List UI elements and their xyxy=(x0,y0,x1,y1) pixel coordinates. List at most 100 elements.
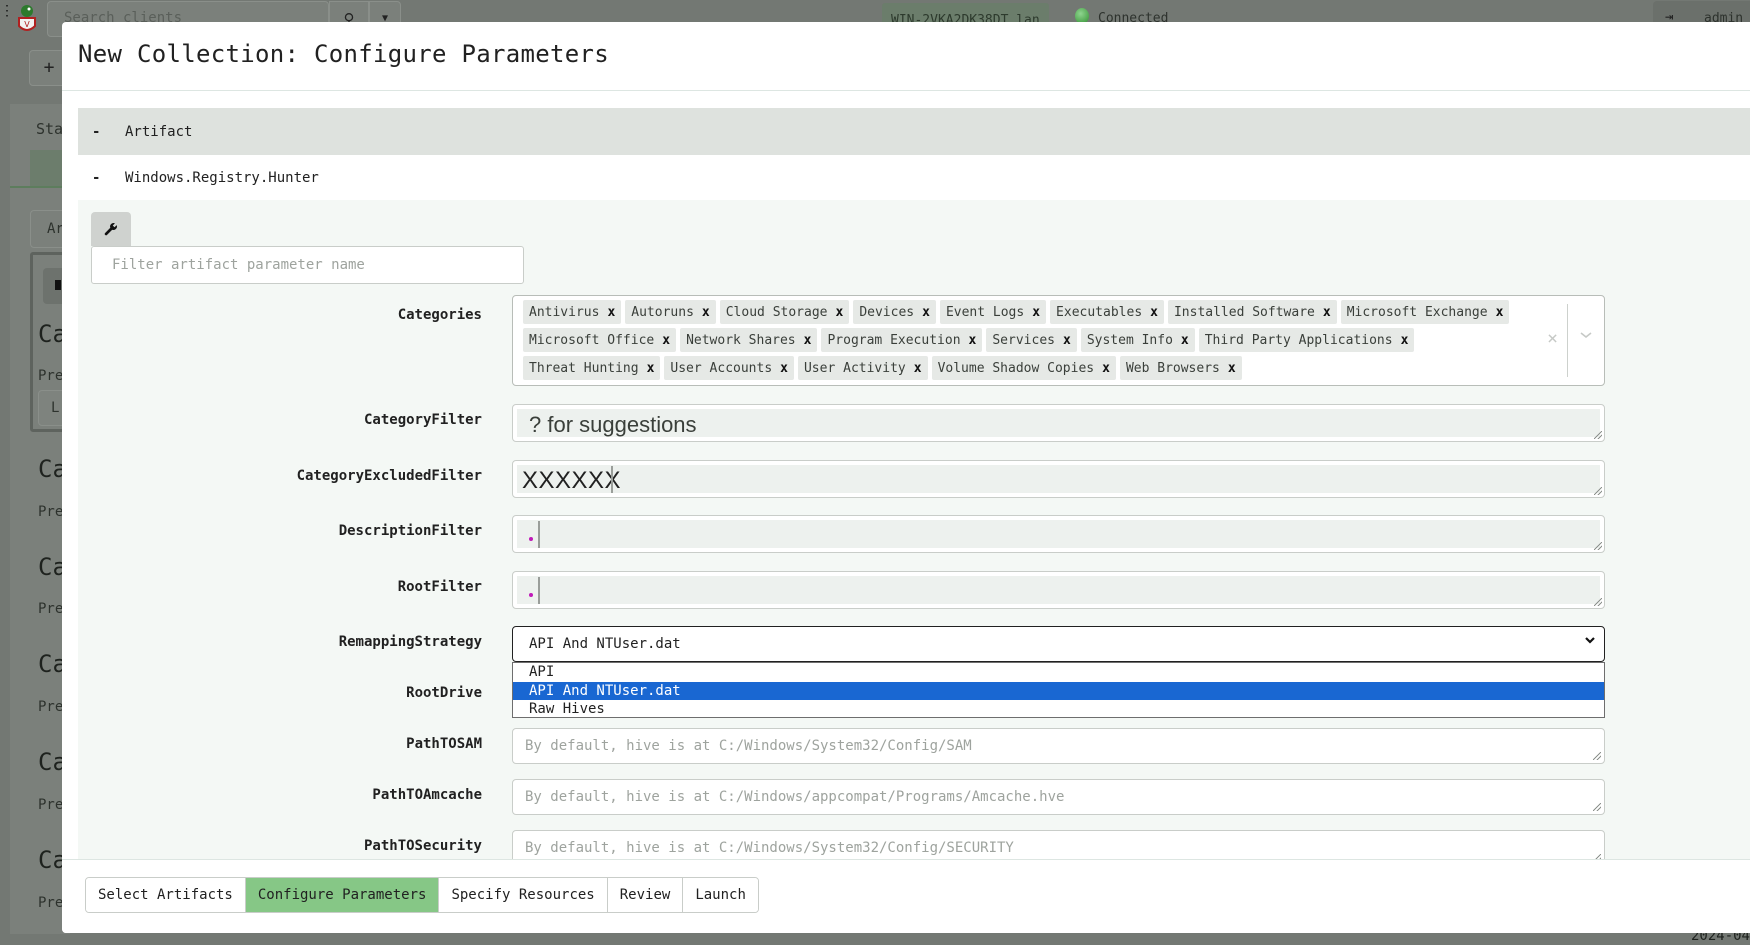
category-chip: Microsoft Exchange x xyxy=(1340,300,1510,324)
category-excluded-filter-field[interactable]: XXXXXX xyxy=(512,460,1605,498)
category-chip-label: Third Party Applications xyxy=(1204,332,1393,348)
remove-chip-icon[interactable]: x xyxy=(1094,361,1116,376)
path-to-amcache-label: PathTOAmcache xyxy=(372,787,482,803)
advanced-settings-button[interactable] xyxy=(91,212,131,246)
remove-chip-icon[interactable]: x xyxy=(1024,305,1046,320)
path-to-amcache-placeholder: By default, hive is at C:/Windows/appcom… xyxy=(525,789,1065,805)
remove-chip-icon[interactable]: x xyxy=(639,361,661,376)
root-drive-label: RootDrive xyxy=(406,685,482,701)
resize-handle-icon[interactable] xyxy=(1594,431,1602,439)
category-filter-placeholder: ? for suggestions xyxy=(529,412,697,437)
path-to-amcache-field[interactable]: By default, hive is at C:/Windows/appcom… xyxy=(512,779,1605,815)
category-chip-label: Installed Software xyxy=(1173,304,1315,320)
category-chip-label: Event Logs xyxy=(945,304,1025,320)
step-review-button[interactable]: Review xyxy=(607,878,684,912)
background-text: Pre xyxy=(38,504,64,520)
step-launch-button[interactable]: Launch xyxy=(683,878,758,912)
artifact-accordion-header[interactable]: - Artifact xyxy=(78,108,1750,155)
modal-footer: Select Artifacts Configure Parameters Spec… xyxy=(62,859,1750,933)
remapping-strategy-option[interactable]: API xyxy=(513,663,1604,682)
category-chip: Cloud Storage x xyxy=(719,300,850,324)
category-chip: Third Party Applications x xyxy=(1198,328,1415,352)
text-cursor xyxy=(538,521,540,548)
artifact-name: Windows.Registry.Hunter xyxy=(125,169,319,186)
root-filter-field[interactable] xyxy=(512,571,1605,609)
description-filter-label: DescriptionFilter xyxy=(338,523,482,539)
wizard-steps: Select Artifacts Configure Parameters Spec… xyxy=(85,877,759,913)
category-chip-label: Executables xyxy=(1056,304,1143,320)
svg-text:V: V xyxy=(24,20,30,29)
resize-handle-icon[interactable] xyxy=(1594,598,1602,606)
resize-handle-icon[interactable] xyxy=(1593,752,1601,760)
path-to-sam-field[interactable]: By default, hive is at C:/Windows/System… xyxy=(512,728,1605,764)
category-chip-label: Devices xyxy=(859,304,915,320)
clear-all-icon[interactable]: × xyxy=(1547,328,1558,349)
collapse-icon[interactable]: - xyxy=(78,124,125,140)
collapse-icon[interactable]: - xyxy=(78,170,125,186)
remove-chip-icon[interactable]: x xyxy=(1142,305,1164,320)
category-filter-field[interactable]: ? for suggestions xyxy=(512,404,1605,442)
category-filter-label: CategoryFilter xyxy=(363,412,482,428)
category-chip-label: Program Execution xyxy=(827,332,961,348)
remove-chip-icon[interactable]: x xyxy=(772,361,794,376)
remapping-strategy-option[interactable]: Raw Hives xyxy=(513,700,1604,719)
background-tab-underline xyxy=(10,186,70,188)
remove-chip-icon[interactable]: x xyxy=(1055,333,1077,348)
remove-chip-icon[interactable]: x xyxy=(654,333,676,348)
chevron-down-icon[interactable] xyxy=(1584,634,1596,649)
resize-handle-icon[interactable] xyxy=(1594,542,1602,550)
description-filter-field[interactable] xyxy=(512,515,1605,553)
category-chip: User Accounts x xyxy=(664,356,794,380)
remove-chip-icon[interactable]: x xyxy=(796,333,818,348)
remove-chip-icon[interactable]: x xyxy=(914,305,936,320)
remove-chip-icon[interactable]: x xyxy=(694,305,716,320)
step-specify-resources-button[interactable]: Specify Resources xyxy=(439,878,608,912)
category-chip-label: Microsoft Exchange xyxy=(1346,304,1488,320)
category-chip: Autoruns x xyxy=(625,300,716,324)
background-text: Pre xyxy=(38,368,64,384)
category-chip: Microsoft Office x xyxy=(523,328,677,352)
wrench-icon xyxy=(104,223,117,236)
background-text: Pre xyxy=(38,895,64,911)
category-chip-label: User Accounts xyxy=(670,360,773,376)
resize-handle-icon[interactable] xyxy=(1593,803,1601,811)
remove-chip-icon[interactable]: x xyxy=(961,333,983,348)
artifact-item-row[interactable]: - Windows.Registry.Hunter xyxy=(78,155,1750,200)
remapping-strategy-value: API And NTUser.dat xyxy=(529,636,681,652)
category-chip: Network Shares x xyxy=(680,328,818,352)
remove-chip-icon[interactable]: x xyxy=(827,305,849,320)
path-to-security-field[interactable]: By default, hive is at C:/Windows/System… xyxy=(512,830,1605,859)
category-excluded-filter-value: XXXXXX xyxy=(522,467,622,494)
remove-chip-icon[interactable]: x xyxy=(1315,305,1337,320)
category-chip: User Activity x xyxy=(797,356,928,380)
remapping-strategy-option[interactable]: API And NTUser.dat xyxy=(513,681,1604,701)
remapping-strategy-select[interactable]: API And NTUser.dat xyxy=(512,626,1605,662)
path-to-sam-label: PathTOSAM xyxy=(406,736,482,752)
remove-chip-icon[interactable]: x xyxy=(906,361,928,376)
artifact-header-label: Artifact xyxy=(125,123,193,140)
category-chip: Services x xyxy=(986,328,1077,352)
remapping-strategy-label: RemappingStrategy xyxy=(338,634,482,650)
resize-handle-icon[interactable] xyxy=(1594,487,1602,495)
path-to-sam-placeholder: By default, hive is at C:/Windows/System… xyxy=(525,738,972,754)
chevron-down-icon[interactable] xyxy=(1576,328,1596,344)
remove-chip-icon[interactable]: x xyxy=(1393,333,1415,348)
modal-body: - Artifact - Windows.Registry.Hunter Cat… xyxy=(78,108,1750,859)
step-configure-parameters-button[interactable]: Configure Parameters xyxy=(245,878,440,912)
remove-chip-icon[interactable]: x xyxy=(1488,305,1510,320)
categories-multiselect[interactable]: Antivirus x Autoruns x Cloud Storage x Devices… xyxy=(512,295,1605,386)
category-chip: Event Logs x xyxy=(939,300,1047,324)
root-filter-label: RootFilter xyxy=(397,579,482,595)
menu-dots-icon[interactable]: ⋮ xyxy=(0,4,14,18)
remove-chip-icon[interactable]: x xyxy=(599,305,621,320)
path-to-security-label: PathTOSecurity xyxy=(363,838,482,854)
remove-chip-icon[interactable]: x xyxy=(1220,361,1242,376)
category-chip-label: Autoruns xyxy=(631,304,694,320)
category-chip-label: Microsoft Office xyxy=(529,332,655,348)
category-chip: Web Browsers x xyxy=(1119,356,1242,380)
category-chip: System Info x xyxy=(1080,328,1195,352)
remove-chip-icon[interactable]: x xyxy=(1173,333,1195,348)
background-text: Pre xyxy=(38,601,64,617)
step-select-artifacts-button[interactable]: Select Artifacts xyxy=(86,878,246,912)
parameter-filter-input[interactable] xyxy=(91,246,524,284)
